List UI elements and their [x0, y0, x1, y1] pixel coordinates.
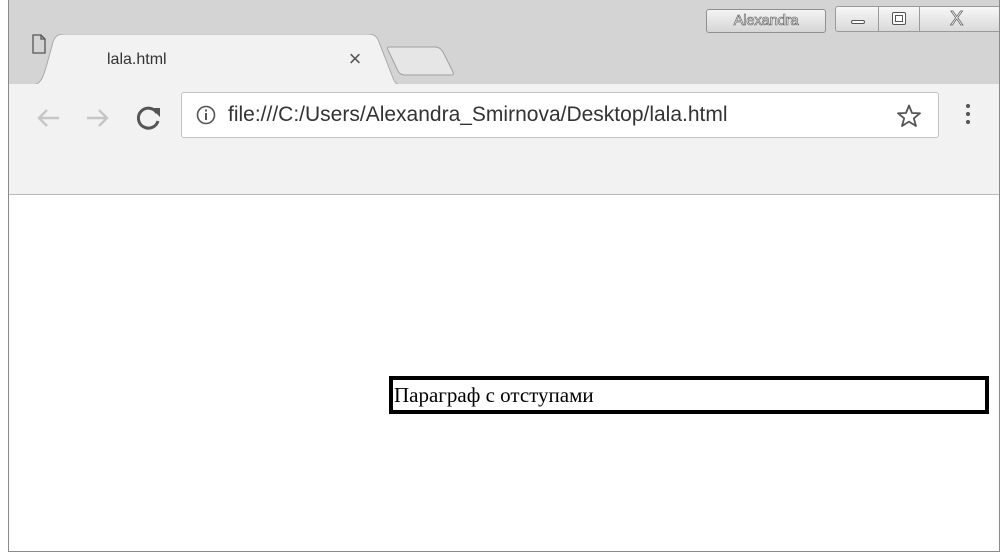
window-controls: X — [835, 0, 999, 34]
more-vertical-icon[interactable] — [959, 104, 977, 134]
browser-window: Alexandra X lala.html × file:///C:/Users… — [8, 0, 1000, 552]
minimize-button[interactable] — [835, 6, 879, 32]
maximize-icon — [892, 12, 906, 25]
address-bar[interactable]: file:///C:/Users/Alexandra_Smirnova/Desk… — [181, 92, 939, 138]
arrow-left-icon — [37, 109, 59, 127]
new-tab-button[interactable] — [387, 46, 457, 76]
close-window-button[interactable]: X — [919, 6, 999, 32]
reload-button[interactable] — [133, 102, 165, 134]
tab-lala-html[interactable]: lala.html × — [31, 34, 401, 86]
minimize-icon — [851, 20, 865, 24]
title-bar: Alexandra X lala.html × — [9, 0, 999, 86]
paragraph: Параграф с отступами — [389, 376, 989, 414]
arrow-right-icon — [87, 109, 109, 127]
forward-button[interactable] — [81, 102, 113, 134]
back-button[interactable] — [33, 102, 65, 134]
info-icon[interactable] — [196, 105, 216, 125]
profile-button[interactable]: Alexandra — [706, 9, 826, 33]
tab-title: lala.html — [107, 51, 167, 68]
close-icon: X — [950, 8, 964, 31]
page-content: Параграф с отступами — [9, 195, 999, 551]
maximize-button[interactable] — [878, 6, 920, 32]
url-text[interactable]: file:///C:/Users/Alexandra_Smirnova/Desk… — [228, 102, 728, 128]
reload-icon — [136, 106, 160, 130]
tab-close-icon[interactable]: × — [344, 48, 366, 70]
file-icon — [32, 34, 46, 54]
toolbar: file:///C:/Users/Alexandra_Smirnova/Desk… — [9, 84, 999, 195]
star-icon[interactable] — [896, 103, 922, 129]
